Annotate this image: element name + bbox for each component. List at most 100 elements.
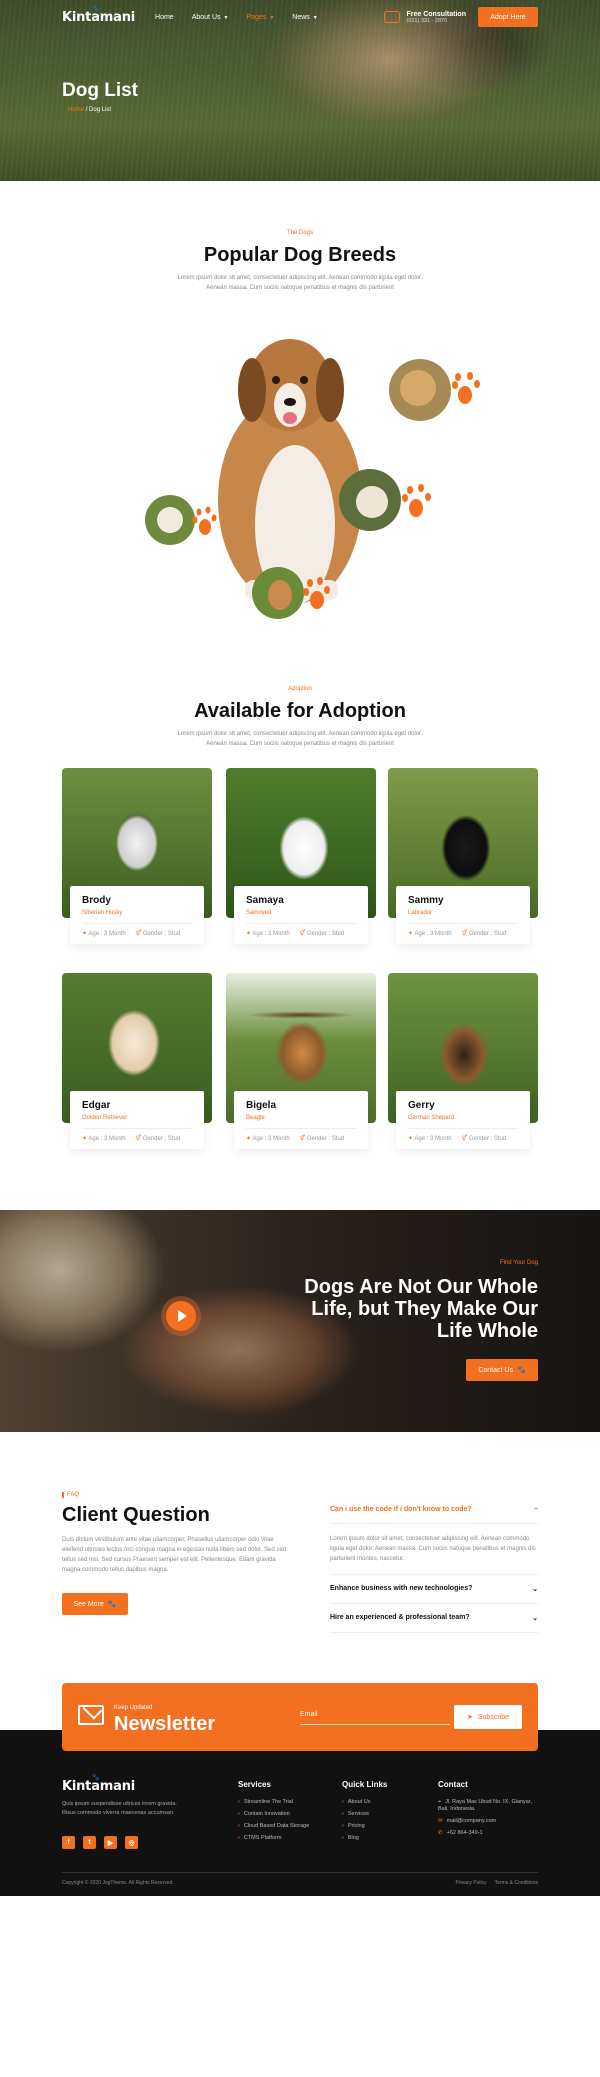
adoption-card[interactable]: Sammy Labrador ✦ Age : 3 Month ⚥ Gender … bbox=[388, 768, 538, 944]
gender-icon: ⚥ bbox=[461, 1136, 469, 1142]
nav-about[interactable]: About Us ▼ bbox=[192, 14, 229, 21]
age-info: ✦ Age : 3 Month bbox=[82, 930, 126, 937]
send-icon: ➤ bbox=[466, 1714, 473, 1721]
breadcrumb-home[interactable]: Home bbox=[68, 107, 84, 113]
adoption-card[interactable]: Edgar Golden Retriever ✦ Age : 3 Month ⚥… bbox=[62, 973, 212, 1149]
faq-title: Client Question bbox=[62, 1504, 210, 1526]
gender-icon: ⚥ bbox=[461, 931, 469, 937]
twitter-icon[interactable]: t bbox=[83, 1836, 96, 1849]
adoption-card[interactable]: Bigela Beagle ✦ Age : 3 Month ⚥ Gender :… bbox=[226, 973, 376, 1149]
instagram-icon[interactable]: ◎ bbox=[125, 1836, 138, 1849]
footer-link[interactable]: Contain Innovation bbox=[238, 1811, 309, 1817]
breadcrumb: Home / Dog List bbox=[68, 107, 111, 113]
gender-icon: ⚥ bbox=[299, 1136, 307, 1142]
dog-meta: ✦ Age : 3 Month ⚥ Gender : Stud bbox=[408, 923, 518, 937]
video-banner: Find Your Dog Dogs Are Not Our Whole Lif… bbox=[0, 1210, 600, 1432]
contact-us-button[interactable]: Contact Us 🐾 bbox=[466, 1359, 538, 1381]
contact-phone[interactable]: ✆ +62 864-349-1 bbox=[438, 1830, 538, 1836]
faq-intro: FAQ Client Question Duis dictum vestibul… bbox=[62, 1492, 292, 1615]
dog-meta: ✦ Age : 3 Month ⚥ Gender : Stud bbox=[82, 1128, 192, 1142]
card-info: Brody Siberian Husky ✦ Age : 3 Month ⚥ G… bbox=[70, 886, 204, 944]
see-more-label: See More bbox=[73, 1600, 104, 1608]
footer-link[interactable]: Cloud Based Data Storage bbox=[238, 1823, 309, 1829]
footer-link[interactable]: Blog bbox=[342, 1835, 387, 1841]
adoption-card[interactable]: Samaya Samoyed ✦ Age : 3 Month ⚥ Gender … bbox=[226, 768, 376, 944]
brand-name: Kintamani bbox=[62, 9, 136, 25]
age-text: Age : 3 Month bbox=[414, 931, 452, 937]
footer-link[interactable]: Streamline The Trial bbox=[238, 1799, 309, 1805]
terms-link[interactable]: Terms & Conditions bbox=[495, 1880, 538, 1886]
dog-breed: Siberian Husky bbox=[82, 910, 123, 916]
social-links: f t ▶ ◎ bbox=[62, 1836, 138, 1849]
footer-link[interactable]: Pricing bbox=[342, 1823, 387, 1829]
footer-link[interactable]: CTMS Platform bbox=[238, 1835, 309, 1841]
breeds-illustration bbox=[145, 339, 480, 619]
dog-name[interactable]: Samaya bbox=[246, 895, 356, 906]
newsletter-title: Newsletter bbox=[114, 1713, 216, 1735]
email-input[interactable]: Email bbox=[300, 1711, 450, 1725]
gender-text: Gender : Stud bbox=[468, 931, 507, 937]
contact-address-text: Jl. Raya Mas Ubud No. IX, Gianyar, Bali,… bbox=[438, 1799, 532, 1812]
main-menu: Home About Us ▼ Pages ▼ News ▼ bbox=[155, 14, 318, 21]
adopt-here-button[interactable]: Adopt Here bbox=[478, 7, 538, 27]
privacy-link[interactable]: Privacy Policy bbox=[456, 1880, 487, 1886]
faq-question-3-text: Hire an experienced & professional team? bbox=[330, 1614, 470, 1621]
dog-breed: German Shepard bbox=[408, 1115, 455, 1121]
gender-text: Gender : Stud bbox=[142, 1136, 181, 1142]
adoption-card[interactable]: Brody Siberian Husky ✦ Age : 3 Month ⚥ G… bbox=[62, 768, 212, 944]
footer-divider bbox=[62, 1872, 538, 1873]
location-icon: ⌖ bbox=[438, 1799, 442, 1805]
breed-thumb-2[interactable] bbox=[339, 469, 431, 531]
nav-about-label: About Us bbox=[191, 13, 221, 21]
age-info: ✦ Age : 3 Month bbox=[408, 930, 452, 937]
dog-name[interactable]: Gerry bbox=[408, 1100, 518, 1111]
free-consultation[interactable]: Free Consultation (021) 331 - 2870 bbox=[384, 11, 466, 24]
dog-name[interactable]: Bigela bbox=[246, 1100, 356, 1111]
dog-meta: ✦ Age : 3 Month ⚥ Gender : Stud bbox=[246, 1128, 356, 1142]
play-video-button[interactable] bbox=[166, 1301, 196, 1331]
footer-services: Services Streamline The Trial Contain In… bbox=[238, 1780, 309, 1847]
paw-icon: 🐾 bbox=[516, 1367, 526, 1374]
banner-title: Dogs Are Not Our Whole Life, but They Ma… bbox=[304, 1276, 538, 1342]
dog-name[interactable]: Edgar bbox=[82, 1100, 192, 1111]
faq-question-3[interactable]: Hire an experienced & professional team?… bbox=[330, 1604, 538, 1633]
age-text: Age : 3 Month bbox=[88, 931, 126, 937]
chevron-down-icon: ▼ bbox=[269, 14, 275, 21]
contact-email-text: mail@company.com bbox=[446, 1818, 497, 1824]
card-info: Sammy Labrador ✦ Age : 3 Month ⚥ Gender … bbox=[396, 886, 530, 944]
nav-home[interactable]: Home bbox=[155, 14, 174, 21]
minus-icon: − bbox=[533, 1506, 538, 1513]
breadcrumb-current: Dog List bbox=[89, 107, 112, 113]
gender-text: Gender : Stud bbox=[468, 1136, 507, 1142]
breed-thumb-3[interactable] bbox=[145, 495, 217, 545]
footer-link[interactable]: About Us bbox=[342, 1799, 387, 1805]
faq-question-2[interactable]: Enhance business with new technologies? ⌄ bbox=[330, 1575, 538, 1604]
phone-icon: ✆ bbox=[438, 1830, 443, 1836]
gender-info: ⚥ Gender : Stud bbox=[300, 1135, 344, 1142]
faq-question-1[interactable]: Can i use the code if i don't know to co… bbox=[330, 1496, 538, 1524]
contact-email[interactable]: ✉ mail@company.com bbox=[438, 1818, 538, 1824]
gender-text: Gender : Stud bbox=[142, 931, 181, 937]
footer-logo[interactable]: 🐾 Kintamani bbox=[62, 1774, 135, 1794]
dog-name[interactable]: Brody bbox=[82, 895, 192, 906]
see-more-button[interactable]: See More 🐾 bbox=[62, 1593, 128, 1615]
gender-icon: ⚥ bbox=[135, 1136, 143, 1142]
nav-pages-label: Pages bbox=[246, 13, 267, 21]
brand-logo[interactable]: 🐾 Kintamani bbox=[62, 5, 136, 25]
chevron-down-icon: ▼ bbox=[312, 14, 318, 21]
adoption-title: Available for Adoption bbox=[194, 700, 406, 722]
facebook-icon[interactable]: f bbox=[62, 1836, 75, 1849]
nav-news[interactable]: News ▼ bbox=[292, 14, 317, 21]
subscribe-button[interactable]: ➤ Subscribe bbox=[454, 1705, 522, 1729]
hero-banner: 🐾 Kintamani Home About Us ▼ Pages ▼ News ▼ F… bbox=[0, 0, 600, 181]
adoption-card[interactable]: Gerry German Shepard ✦ Age : 3 Month ⚥ G… bbox=[388, 973, 538, 1149]
footer-link[interactable]: Services bbox=[342, 1811, 387, 1817]
faq-question-2-text: Enhance business with new technologies? bbox=[330, 1585, 473, 1592]
nav-pages[interactable]: Pages ▼ bbox=[246, 14, 274, 21]
breeds-kicker: The Dogs bbox=[286, 230, 313, 236]
breed-thumb-1[interactable] bbox=[389, 359, 480, 421]
gender-icon: ⚥ bbox=[135, 931, 143, 937]
youtube-icon[interactable]: ▶ bbox=[104, 1836, 117, 1849]
dog-name[interactable]: Sammy bbox=[408, 895, 518, 906]
mail-icon bbox=[78, 1705, 104, 1725]
